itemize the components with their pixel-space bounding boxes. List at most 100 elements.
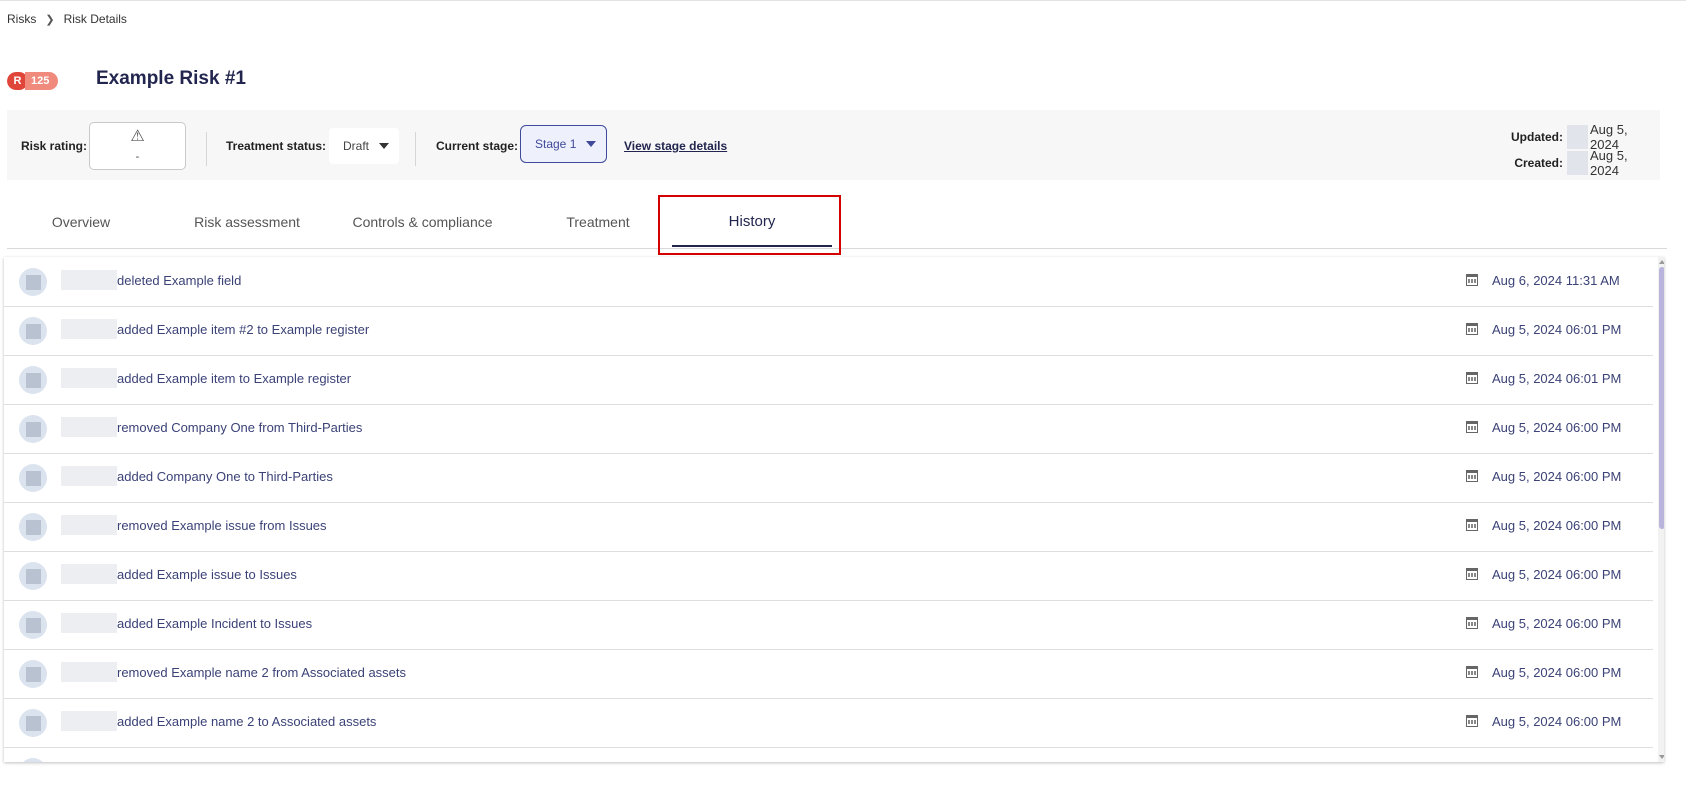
created-value: Aug 5, 2024 (1590, 148, 1628, 178)
calendar-icon (1466, 568, 1478, 580)
breadcrumb-risks-link[interactable]: Risks (7, 12, 36, 26)
view-stage-details-link[interactable]: View stage details (624, 139, 727, 153)
history-timestamp: Aug 6, 2024 11:31 AM (1492, 273, 1620, 288)
user-name-placeholder (61, 711, 117, 731)
calendar-icon (1466, 666, 1478, 678)
history-text: added Example item to Example register (117, 371, 352, 386)
history-text: added Example issue to Issues (117, 567, 297, 582)
list-item (4, 747, 1653, 762)
list-item: added Example item #2 to Example registe… (4, 306, 1653, 356)
created-label: Created: (1514, 156, 1563, 170)
history-text: removed Example issue from Issues (117, 518, 327, 533)
tab-controls-compliance[interactable]: Controls & compliance (339, 196, 506, 247)
tab-history[interactable]: History (672, 196, 832, 247)
avatar (1567, 125, 1588, 149)
history-timestamp: Aug 5, 2024 06:00 PM (1492, 420, 1622, 435)
caret-down-icon (379, 143, 390, 149)
current-stage-value: Stage 1 (535, 137, 577, 151)
treatment-status-label: Treatment status: (226, 139, 327, 153)
created-meta: Created: Aug 5, 2024 (1503, 148, 1660, 178)
tab-bar: Overview Risk assessment Controls & comp… (7, 196, 1667, 249)
history-text: deleted Example field (117, 273, 242, 288)
treatment-status-value: Draft (343, 139, 370, 153)
user-name-placeholder (61, 466, 117, 486)
history-text: added Company One to Third-Parties (117, 469, 333, 484)
avatar (19, 660, 47, 688)
list-item: added Company One to Third-Parties Aug 5… (4, 453, 1653, 503)
tab-risk-assessment[interactable]: Risk assessment (172, 196, 322, 247)
history-text: removed Example name 2 from Associated a… (117, 665, 407, 680)
history-timestamp: Aug 5, 2024 06:01 PM (1492, 322, 1622, 337)
current-stage-dropdown[interactable]: Stage 1 (520, 125, 608, 163)
risk-rating-box[interactable]: ⚠ - (89, 122, 186, 170)
calendar-icon (1466, 421, 1478, 433)
avatar (19, 268, 47, 296)
divider (206, 132, 207, 166)
scrollbar-thumb[interactable] (1659, 267, 1664, 529)
top-border (0, 0, 1686, 1)
scrollbar[interactable] (1658, 257, 1664, 762)
list-item: added Example Incident to Issues Aug 5, … (4, 600, 1653, 650)
history-timestamp: Aug 5, 2024 06:00 PM (1492, 469, 1622, 484)
risk-info-bar: Risk rating: ⚠ - Treatment status: Draft… (7, 110, 1660, 180)
history-text: added Example Incident to Issues (117, 616, 313, 631)
breadcrumb: Risks ❯ Risk Details (7, 12, 127, 26)
caret-down-icon (586, 141, 597, 147)
avatar (19, 562, 47, 590)
history-text: added Example name 2 to Associated asset… (117, 714, 377, 729)
calendar-icon (1466, 372, 1478, 384)
calendar-icon (1466, 323, 1478, 335)
calendar-icon (1466, 519, 1478, 531)
user-name-placeholder (61, 368, 117, 388)
calendar-icon (1466, 470, 1478, 482)
history-text: added Example item #2 to Example registe… (117, 322, 370, 337)
chevron-right-icon: ❯ (45, 13, 55, 26)
user-name-placeholder (61, 270, 117, 290)
history-timestamp: Aug 5, 2024 06:00 PM (1492, 518, 1622, 533)
user-name-placeholder (61, 613, 117, 633)
list-item: deleted Example field Aug 6, 2024 11:31 … (4, 257, 1653, 307)
list-item: added Example name 2 to Associated asset… (4, 698, 1653, 748)
user-name-placeholder (61, 319, 117, 339)
user-name-placeholder (61, 662, 117, 682)
warning-triangle-icon: ⚠ (130, 128, 145, 145)
divider (415, 132, 416, 166)
avatar (19, 415, 47, 443)
user-name-placeholder (61, 417, 117, 437)
calendar-icon (1466, 715, 1478, 727)
scroll-down-icon[interactable] (1659, 755, 1664, 759)
avatar (19, 513, 47, 541)
calendar-icon (1466, 274, 1478, 286)
history-timestamp: Aug 5, 2024 06:00 PM (1492, 567, 1622, 582)
avatar (1567, 151, 1588, 175)
scroll-up-icon[interactable] (1659, 260, 1664, 264)
history-timestamp: Aug 5, 2024 06:00 PM (1492, 714, 1622, 729)
avatar (19, 317, 47, 345)
user-name-placeholder (61, 515, 117, 535)
breadcrumb-current: Risk Details (63, 12, 127, 26)
avatar (19, 611, 47, 639)
risk-id-badge: R 125 (7, 72, 59, 90)
current-stage-label: Current stage: (436, 139, 519, 153)
list-item: added Example item to Example register A… (4, 355, 1653, 405)
history-timestamp: Aug 5, 2024 06:00 PM (1492, 665, 1622, 680)
history-list: deleted Example field Aug 6, 2024 11:31 … (4, 257, 1664, 762)
list-item: removed Company One from Third-Parties A… (4, 404, 1653, 454)
tab-treatment[interactable]: Treatment (522, 196, 674, 247)
user-name-placeholder (61, 564, 117, 584)
avatar (19, 464, 47, 492)
page-title: Example Risk #1 (96, 68, 246, 89)
updated-label: Updated: (1511, 130, 1563, 144)
avatar (19, 758, 47, 762)
calendar-icon (1466, 617, 1478, 629)
tab-overview[interactable]: Overview (7, 196, 155, 247)
treatment-status-dropdown[interactable]: Draft (329, 128, 400, 164)
history-timestamp: Aug 5, 2024 06:00 PM (1492, 616, 1622, 631)
list-item: removed Example name 2 from Associated a… (4, 649, 1653, 699)
risk-rating-label: Risk rating: (21, 139, 88, 153)
list-item: removed Example issue from Issues Aug 5,… (4, 502, 1653, 552)
avatar (19, 709, 47, 737)
history-text: removed Company One from Third-Parties (117, 420, 363, 435)
avatar (19, 366, 47, 394)
risk-badge-number: 125 (25, 72, 59, 90)
